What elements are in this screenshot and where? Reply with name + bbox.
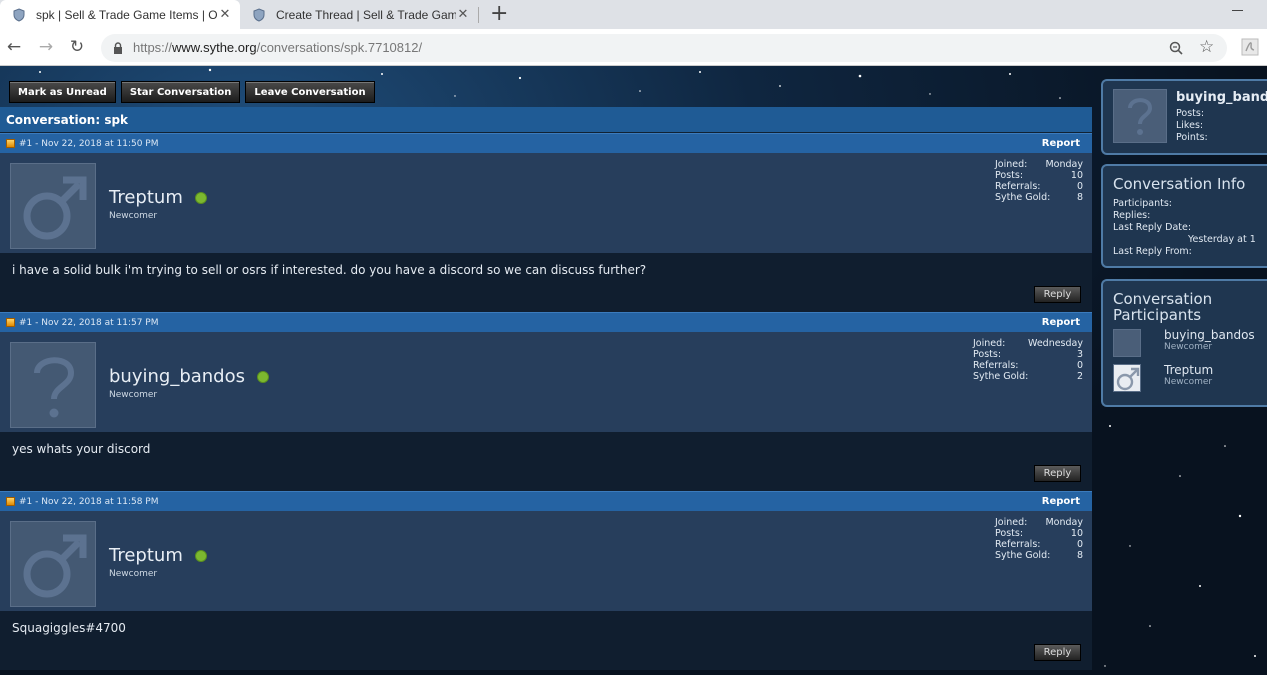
male-icon	[23, 534, 87, 598]
username[interactable]: buying_bandos	[109, 366, 270, 387]
participant-avatar[interactable]	[1113, 364, 1141, 392]
participant-item[interactable]: buying_bandos Newcomer	[1113, 329, 1255, 357]
online-status-icon	[194, 549, 207, 562]
user-stats: Joined: Monday Posts: 10 Referrals: 0 Sythe…	[995, 517, 1083, 561]
url-text: https://www.sythe.org/conversations/spk.…	[133, 40, 423, 55]
conversation-info-title: Conversation Info	[1113, 175, 1246, 193]
conversation-actions: Mark as Unread Star Conversation Leave C…	[9, 81, 375, 103]
message-header: #1 - Nov 22, 2018 at 11:50 PM Report	[0, 133, 1092, 153]
message: #1 - Nov 22, 2018 at 11:50 PM Report Tre…	[0, 133, 1092, 312]
question-mark-icon	[34, 357, 75, 418]
address-bar: ← → ↻ https://www.sythe.org/conversation…	[0, 29, 1267, 66]
username[interactable]: Treptum	[109, 545, 207, 566]
minimize-icon[interactable]	[1232, 10, 1243, 11]
online-status-icon	[257, 370, 270, 383]
participant-rank: Newcomer	[1164, 342, 1213, 352]
page-content: Mark as Unread Star Conversation Leave C…	[0, 66, 1267, 675]
conversation-title: Conversation: spk	[0, 107, 1092, 133]
message-header: #1 - Nov 22, 2018 at 11:57 PM Report	[0, 312, 1092, 332]
reply-button[interactable]: Reply	[1034, 465, 1081, 482]
url-input[interactable]: https://www.sythe.org/conversations/spk.…	[101, 34, 1227, 62]
tab-spk[interactable]: spk | Sell & Trade Game Items | O ✕	[0, 0, 240, 29]
participant-item[interactable]: Treptum Newcomer	[1113, 364, 1213, 392]
user-rank: Newcomer	[109, 211, 158, 221]
message-user-info: Treptum Newcomer Joined: Monday Posts: 10 …	[0, 511, 1092, 611]
conversation-info-box: Conversation Info Participants: Replies:…	[1101, 164, 1267, 268]
avatar[interactable]	[10, 342, 96, 428]
post-icon	[6, 318, 15, 327]
avatar[interactable]	[10, 163, 96, 249]
male-icon	[1116, 367, 1140, 391]
message-date: #1 - Nov 22, 2018 at 11:58 PM	[19, 496, 159, 507]
avatar[interactable]	[10, 521, 96, 607]
user-rank: Newcomer	[109, 569, 158, 579]
online-status-icon	[194, 191, 207, 204]
post-icon	[6, 497, 15, 506]
message: #1 - Nov 22, 2018 at 11:58 PM Report Tre…	[0, 491, 1092, 670]
post-icon	[6, 139, 15, 148]
sythe-shield-icon	[13, 7, 25, 22]
message: #1 - Nov 22, 2018 at 11:57 PM Report buy…	[0, 312, 1092, 491]
report-link[interactable]: Report	[1042, 317, 1080, 328]
new-tab-icon[interactable]: +	[490, 2, 508, 26]
participants-title: Conversation Participants	[1113, 290, 1213, 324]
sidebar-username[interactable]: buying_bandos	[1176, 90, 1267, 105]
message-text: Squagiggles#4700	[12, 621, 126, 635]
tab-title: spk | Sell & Trade Game Items | O	[36, 7, 218, 22]
conversation-participants-box: Conversation Participants buying_bandos …	[1101, 279, 1267, 407]
avatar[interactable]	[1113, 89, 1167, 143]
forward-icon[interactable]: →	[36, 37, 56, 57]
tab-separator	[478, 7, 479, 23]
close-tab-icon[interactable]: ✕	[456, 7, 470, 22]
message-user-info: Treptum Newcomer Joined: Monday Posts: 10 …	[0, 153, 1092, 253]
conversation-panel: Conversation: spk #1 - Nov 22, 2018 at 1…	[0, 107, 1092, 670]
sythe-shield-icon	[253, 7, 265, 22]
male-icon	[23, 176, 87, 240]
user-rank: Newcomer	[109, 390, 158, 400]
tab-create-thread[interactable]: Create Thread | Sell & Trade Gam ✕	[240, 0, 478, 29]
back-icon[interactable]: ←	[4, 37, 24, 57]
participant-avatar[interactable]	[1113, 329, 1141, 357]
zoom-icon[interactable]	[1169, 41, 1183, 55]
username[interactable]: Treptum	[109, 187, 207, 208]
report-link[interactable]: Report	[1042, 496, 1080, 507]
leave-conversation-button[interactable]: Leave Conversation	[245, 81, 375, 103]
message-body: Squagiggles#4700 Reply	[0, 611, 1092, 670]
sidebar-user-box: buying_bandos Posts: Likes: Points:	[1101, 79, 1267, 155]
participant-name[interactable]: Treptum	[1164, 364, 1213, 377]
star-conversation-button[interactable]: Star Conversation	[120, 81, 241, 103]
lock-icon	[114, 42, 122, 54]
reply-button[interactable]: Reply	[1034, 644, 1081, 661]
report-link[interactable]: Report	[1042, 138, 1080, 149]
participant-name[interactable]: buying_bandos	[1164, 329, 1255, 342]
user-stats: Joined: Wednesday Posts: 3 Referrals: 0 Syt…	[973, 338, 1083, 382]
user-stats: Joined: Monday Posts: 10 Referrals: 0 Sythe…	[995, 159, 1083, 203]
browser-tab-bar: spk | Sell & Trade Game Items | O ✕ Crea…	[0, 0, 1267, 29]
mark-unread-button[interactable]: Mark as Unread	[9, 81, 116, 103]
sidebar-user-stats: Posts: Likes: Points:	[1176, 108, 1208, 143]
pdf-extension-icon[interactable]	[1241, 38, 1259, 56]
participant-rank: Newcomer	[1164, 377, 1213, 387]
question-mark-icon	[1128, 98, 1153, 135]
bookmark-star-icon[interactable]: ☆	[1199, 37, 1214, 57]
message-text: yes whats your discord	[12, 442, 151, 456]
close-tab-icon[interactable]: ✕	[218, 7, 232, 22]
reload-icon[interactable]: ↻	[67, 37, 87, 57]
message-date: #1 - Nov 22, 2018 at 11:50 PM	[19, 138, 159, 149]
tab-title: Create Thread | Sell & Trade Gam	[276, 7, 456, 22]
message-header: #1 - Nov 22, 2018 at 11:58 PM Report	[0, 491, 1092, 511]
conversation-info-details: Participants: Replies: Last Reply Date: …	[1113, 198, 1256, 257]
message-text: i have a solid bulk i'm trying to sell o…	[12, 263, 647, 277]
message-body: yes whats your discord Reply	[0, 432, 1092, 491]
message-body: i have a solid bulk i'm trying to sell o…	[0, 253, 1092, 312]
reply-button[interactable]: Reply	[1034, 286, 1081, 303]
message-date: #1 - Nov 22, 2018 at 11:57 PM	[19, 317, 159, 328]
message-user-info: buying_bandos Newcomer Joined: Wednesday …	[0, 332, 1092, 432]
